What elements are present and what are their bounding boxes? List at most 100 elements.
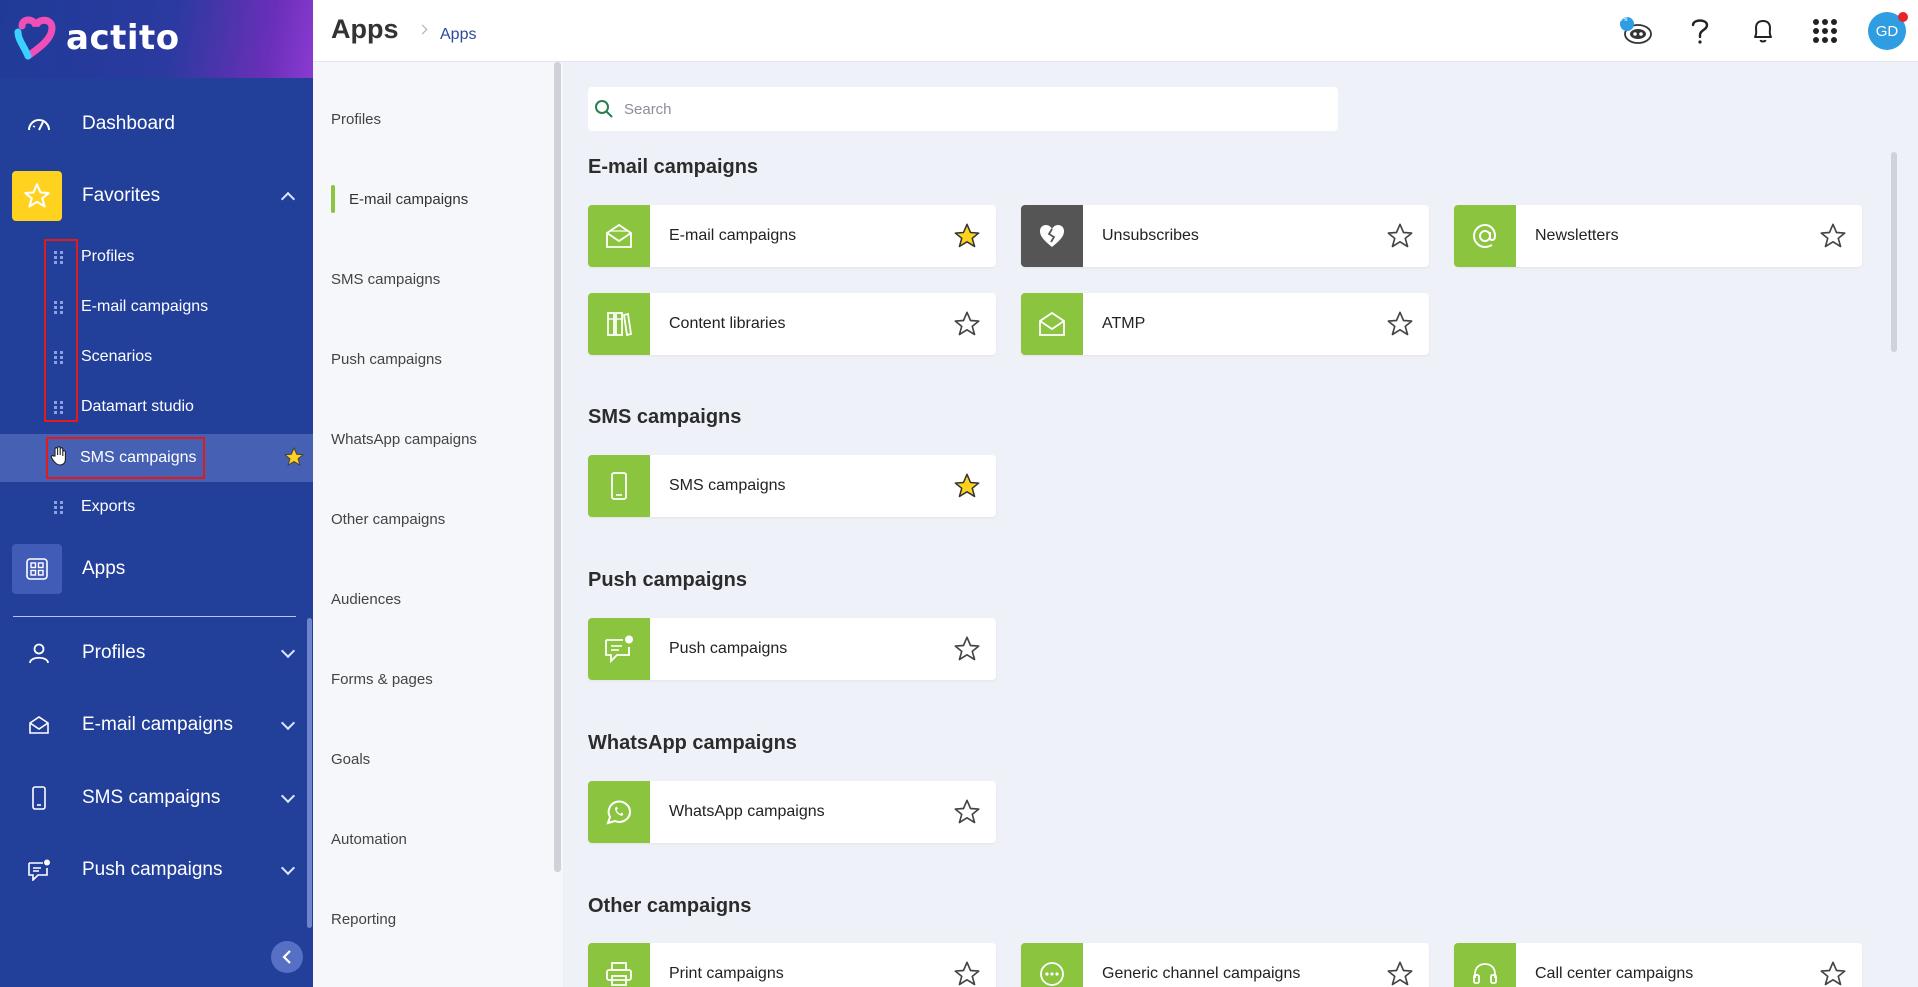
highlight-box — [44, 239, 78, 422]
star-filled-icon[interactable] — [283, 446, 305, 473]
app-card-label: Unsubscribes — [1102, 227, 1199, 244]
sidebar-scrollbar[interactable] — [307, 618, 312, 928]
category-sms-campaigns[interactable]: SMS campaigns — [331, 271, 440, 288]
category-profiles[interactable]: Profiles — [331, 111, 381, 128]
sidebar-item-label: Favorites — [82, 185, 161, 206]
apps-main: Search E-mail campaigns E-mail campaigns… — [563, 62, 1918, 987]
envelope-icon — [588, 205, 650, 267]
sidebar-item-push-campaigns[interactable]: Push campaigns — [0, 842, 313, 898]
category-other-campaigns[interactable]: Other campaigns — [331, 511, 445, 528]
favorite-item-exports[interactable]: Exports — [0, 484, 313, 530]
app-card-content-libraries[interactable]: Content libraries — [588, 293, 996, 355]
envelope-icon — [20, 706, 58, 744]
hi-badge: Hi — [1621, 16, 1628, 23]
sidebar-item-dashboard[interactable]: Dashboard — [0, 96, 313, 152]
app-card-newsletters[interactable]: Newsletters — [1454, 205, 1862, 267]
app-card-sms-campaigns[interactable]: SMS campaigns — [588, 455, 996, 517]
section-title-other: Other campaigns — [588, 895, 752, 917]
app-card-label: Content libraries — [669, 315, 786, 332]
logo[interactable]: actito — [14, 16, 180, 60]
favorite-item-label: Scenarios — [81, 348, 153, 365]
app-card-push-campaigns[interactable]: Push campaigns — [588, 618, 996, 680]
app-card-unsubscribes[interactable]: Unsubscribes — [1021, 205, 1429, 267]
apps-grid-icon — [12, 544, 62, 594]
drag-handle-icon[interactable] — [54, 500, 64, 514]
chevron-down-icon[interactable] — [280, 643, 296, 659]
phone-icon — [588, 455, 650, 517]
breadcrumb-separator-icon — [417, 24, 428, 35]
logo-heart-icon — [14, 16, 56, 60]
chat-dots-icon — [1021, 943, 1083, 987]
app-card-print-campaigns[interactable]: Print campaigns — [588, 943, 996, 987]
collapse-sidebar-button[interactable] — [271, 941, 303, 973]
star-outline-icon[interactable] — [1386, 960, 1414, 987]
app-card-call-center-campaigns[interactable]: Call center campaigns — [1454, 943, 1862, 987]
printer-icon — [588, 943, 650, 987]
star-outline-icon[interactable] — [1819, 222, 1847, 250]
app-launcher-grid-icon[interactable] — [1806, 12, 1844, 50]
main-scrollbar[interactable] — [1891, 152, 1897, 352]
search-input[interactable]: Search — [588, 87, 1338, 131]
sidebar-item-label: E-mail campaigns — [82, 714, 233, 735]
sidebar-item-label: Apps — [82, 558, 126, 579]
sidebar-item-label: Push campaigns — [82, 859, 223, 880]
app-card-label: Generic channel campaigns — [1102, 965, 1301, 982]
chevron-left-icon — [282, 950, 291, 964]
star-outline-icon[interactable] — [953, 798, 981, 826]
chevron-down-icon[interactable] — [280, 788, 296, 804]
section-title-whatsapp: WhatsApp campaigns — [588, 732, 797, 754]
app-card-label: WhatsApp campaigns — [669, 803, 825, 820]
star-outline-icon[interactable] — [1386, 310, 1414, 338]
app-card-label: Call center campaigns — [1535, 965, 1694, 982]
app-card-email-campaigns[interactable]: E-mail campaigns — [588, 205, 996, 267]
star-outline-icon[interactable] — [1819, 960, 1847, 987]
active-category-indicator — [331, 185, 335, 213]
app-card-label: Newsletters — [1535, 227, 1619, 244]
sidebar-item-apps[interactable]: Apps — [0, 541, 313, 597]
sidebar-item-label: SMS campaigns — [82, 787, 221, 808]
star-outline-icon[interactable] — [953, 310, 981, 338]
sidebar-item-email-campaigns[interactable]: E-mail campaigns — [0, 697, 313, 753]
category-reporting[interactable]: Reporting — [331, 911, 396, 928]
sidebar-divider — [13, 616, 296, 617]
category-email-campaigns[interactable]: E-mail campaigns — [349, 191, 468, 208]
app-card-atmp[interactable]: ATMP — [1021, 293, 1429, 355]
star-outline-icon[interactable] — [953, 635, 981, 663]
favorite-item-label: Profiles — [81, 248, 135, 265]
chevron-down-icon[interactable] — [280, 715, 296, 731]
sidebar-item-favorites[interactable]: Favorites — [0, 168, 313, 224]
assistant-robot-icon[interactable]: Hi — [1617, 12, 1655, 50]
favorite-item-label: Exports — [81, 498, 136, 515]
logo-text: actito — [66, 18, 180, 58]
star-outline-icon[interactable] — [1386, 222, 1414, 250]
app-card-label: Print campaigns — [669, 965, 784, 982]
whatsapp-icon — [588, 781, 650, 843]
user-icon — [20, 634, 58, 672]
app-root: actito Dashboard Favorites Profiles E-ma… — [0, 0, 1918, 987]
top-bar: Apps Apps Hi GD — [313, 0, 1918, 62]
sidebar-item-label: Dashboard — [82, 113, 175, 134]
app-card-whatsapp-campaigns[interactable]: WhatsApp campaigns — [588, 781, 996, 843]
sidebar-item-profiles[interactable]: Profiles — [0, 625, 313, 681]
sidebar-item-sms-campaigns[interactable]: SMS campaigns — [0, 770, 313, 826]
category-push-campaigns[interactable]: Push campaigns — [331, 351, 442, 368]
star-filled-icon[interactable] — [953, 222, 981, 250]
category-goals[interactable]: Goals — [331, 751, 370, 768]
star-outline-icon[interactable] — [953, 960, 981, 987]
category-automation[interactable]: Automation — [331, 831, 407, 848]
bell-icon[interactable] — [1744, 12, 1782, 50]
star-filled-icon[interactable] — [953, 472, 981, 500]
breadcrumb[interactable]: Apps — [440, 26, 476, 44]
category-forms-pages[interactable]: Forms & pages — [331, 671, 433, 688]
app-card-generic-channel-campaigns[interactable]: Generic channel campaigns — [1021, 943, 1429, 987]
chevron-up-icon[interactable] — [280, 191, 296, 207]
help-icon[interactable] — [1681, 12, 1719, 50]
category-whatsapp-campaigns[interactable]: WhatsApp campaigns — [331, 431, 477, 448]
section-title-email: E-mail campaigns — [588, 156, 759, 178]
category-scrollbar[interactable] — [554, 62, 561, 872]
chevron-down-icon[interactable] — [280, 860, 296, 876]
category-audiences[interactable]: Audiences — [331, 591, 401, 608]
page-title: Apps — [331, 14, 399, 44]
highlight-box — [46, 437, 205, 479]
library-icon — [588, 293, 650, 355]
